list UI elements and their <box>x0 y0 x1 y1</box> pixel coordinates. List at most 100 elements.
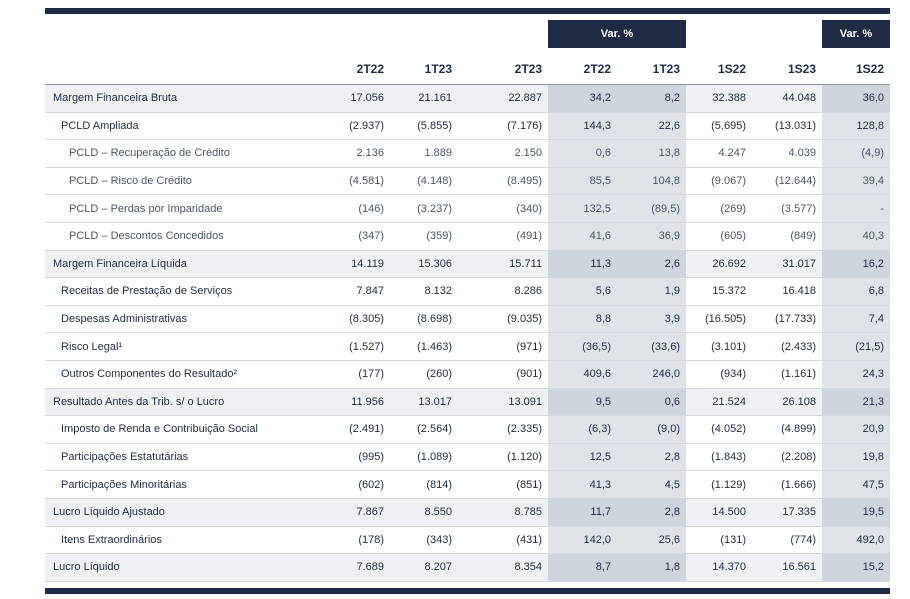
value-cell: (4.148) <box>390 167 458 196</box>
value-cell: (8.305) <box>301 305 390 334</box>
variation-cell: 16,2 <box>822 250 890 279</box>
value-cell: 14.370 <box>686 553 752 582</box>
variation-cell: 39,4 <box>822 167 890 196</box>
table-row: PCLD – Perdas por Imparidade (146) (3.237)… <box>45 194 890 223</box>
row-label: Receitas de Prestação de Serviços <box>45 277 301 306</box>
value-cell: (4.899) <box>752 415 822 444</box>
table-row: Lucro Líquido Ajustado 7.867 8.550 8.785 11,… <box>45 498 890 527</box>
value-cell: (2.433) <box>752 332 822 361</box>
variation-cell: 1,9 <box>617 277 686 306</box>
variation-cell: (21,5) <box>822 332 890 361</box>
value-cell: (3.237) <box>390 194 458 223</box>
value-cell: (5.855) <box>390 112 458 141</box>
value-cell: (3.577) <box>752 194 822 223</box>
value-cell: (2.491) <box>301 415 390 444</box>
variation-cell: 6,8 <box>822 277 890 306</box>
value-cell: (4.581) <box>301 167 390 196</box>
variation-cell: 41,3 <box>548 470 617 499</box>
table-row: PCLD – Recuperação de Crédito 2.136 1.889 2… <box>45 139 890 168</box>
table-row: Receitas de Prestação de Serviços 7.847 8.… <box>45 277 890 306</box>
value-cell: 7.867 <box>301 498 390 527</box>
variation-cell: (9,0) <box>617 415 686 444</box>
value-cell: (971) <box>458 332 548 361</box>
value-cell: (177) <box>301 360 390 389</box>
variation-cell: 128,8 <box>822 112 890 141</box>
value-cell: (1.089) <box>390 443 458 472</box>
value-cell: (17.733) <box>752 305 822 334</box>
value-cell: 21.524 <box>686 388 752 417</box>
value-cell: 8.286 <box>458 277 548 306</box>
label-column-header <box>45 54 301 85</box>
variation-cell: 4,5 <box>617 470 686 499</box>
value-cell: 15.372 <box>686 277 752 306</box>
col-header: 1T23 <box>617 54 686 85</box>
row-label: Itens Extraordinários <box>45 526 301 555</box>
col-header: 2T22 <box>548 54 617 85</box>
value-cell: 16.561 <box>752 553 822 582</box>
value-cell: (605) <box>686 222 752 251</box>
variation-cell: 41,6 <box>548 222 617 251</box>
row-label: PCLD – Perdas por Imparidade <box>45 194 301 223</box>
value-cell: (7.176) <box>458 112 548 141</box>
value-cell: (4.052) <box>686 415 752 444</box>
table-body: Margem Financeira Bruta 17.056 21.161 22.88… <box>45 84 890 582</box>
value-cell: 15.306 <box>390 250 458 279</box>
table-row: PCLD – Risco de Crédito (4.581) (4.148) (8.… <box>45 167 890 196</box>
value-cell: (1.161) <box>752 360 822 389</box>
variation-cell: 2,8 <box>617 443 686 472</box>
value-cell: (1.527) <box>301 332 390 361</box>
value-cell: (491) <box>458 222 548 251</box>
variation-cell: 8,8 <box>548 305 617 334</box>
variation-cell: 142,0 <box>548 526 617 555</box>
value-cell: (343) <box>390 526 458 555</box>
value-cell: 8.550 <box>390 498 458 527</box>
value-cell: 15.711 <box>458 250 548 279</box>
variation-cell: 8,7 <box>548 553 617 582</box>
row-label: Despesas Administrativas <box>45 305 301 334</box>
variation-cell: 11,7 <box>548 498 617 527</box>
value-cell: (178) <box>301 526 390 555</box>
col-header: 1S23 <box>752 54 822 85</box>
variation-cell: 9,5 <box>548 388 617 417</box>
value-cell: (5.695) <box>686 112 752 141</box>
value-cell: (9.035) <box>458 305 548 334</box>
row-label: PCLD Ampliada <box>45 112 301 141</box>
value-cell: 4.247 <box>686 139 752 168</box>
col-header: 1S22 <box>686 54 752 85</box>
value-cell: 32.388 <box>686 84 752 113</box>
variation-cell: - <box>822 194 890 223</box>
value-cell: 7.689 <box>301 553 390 582</box>
var-header-semester: Var. % <box>822 20 890 48</box>
value-cell: (901) <box>458 360 548 389</box>
row-label: Margem Financeira Bruta <box>45 84 301 113</box>
value-cell: 21.161 <box>390 84 458 113</box>
variation-cell: 19,8 <box>822 443 890 472</box>
value-cell: (9.067) <box>686 167 752 196</box>
bottom-rule <box>45 588 890 594</box>
variation-cell: 104,8 <box>617 167 686 196</box>
table-row: Margem Financeira Líquida 14.119 15.306 15.… <box>45 250 890 279</box>
value-cell: 17.056 <box>301 84 390 113</box>
value-cell: (359) <box>390 222 458 251</box>
value-cell: (269) <box>686 194 752 223</box>
variation-cell: 11,3 <box>548 250 617 279</box>
table-row: Despesas Administrativas (8.305) (8.698) (9… <box>45 305 890 334</box>
variation-cell: 24,3 <box>822 360 890 389</box>
value-cell: (347) <box>301 222 390 251</box>
variation-cell: (4,9) <box>822 139 890 168</box>
value-cell: 7.847 <box>301 277 390 306</box>
col-header: 2T22 <box>301 54 390 85</box>
variation-cell: 40,3 <box>822 222 890 251</box>
value-cell: 4.039 <box>752 139 822 168</box>
table-row: Participações Minoritárias (602) (814) (851… <box>45 470 890 499</box>
value-cell: (260) <box>390 360 458 389</box>
table-row: Resultado Antes da Trib. s/ o Lucro 11.95… <box>45 388 890 417</box>
variation-cell: 25,6 <box>617 526 686 555</box>
variation-cell: 13,8 <box>617 139 686 168</box>
value-cell: (2.208) <box>752 443 822 472</box>
row-label: PCLD – Risco de Crédito <box>45 167 301 196</box>
row-label: Lucro Líquido Ajustado <box>45 498 301 527</box>
variation-cell: 0,6 <box>617 388 686 417</box>
value-cell: (340) <box>458 194 548 223</box>
variation-cell: 19,5 <box>822 498 890 527</box>
